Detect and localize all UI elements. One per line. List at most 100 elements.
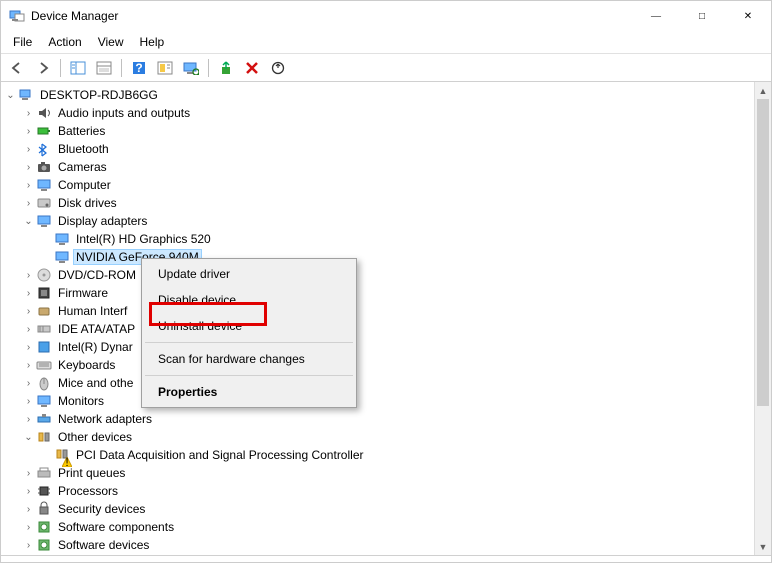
tree-node-root[interactable]: ⌄DESKTOP-RDJB6GG [3, 86, 754, 104]
tree-node-intel[interactable]: Intel(R) HD Graphics 520 [3, 230, 754, 248]
tree-node-mice[interactable]: ›Mice and othe [3, 374, 754, 392]
tree-node-computer[interactable]: › Computer [3, 176, 754, 194]
expand-toggle[interactable]: › [21, 522, 36, 533]
close-button[interactable]: ✕ [725, 1, 771, 31]
tree-node-hid[interactable]: › Human Interf [3, 302, 754, 320]
enable-device-button[interactable] [214, 57, 238, 79]
expand-toggle[interactable]: ⌄ [21, 216, 36, 227]
tree-node-audio[interactable]: › Audio inputs and outputs [3, 104, 754, 122]
tree-node-cameras[interactable]: › Cameras [3, 158, 754, 176]
tree-node-label: PCI Data Acquisition and Signal Processi… [74, 448, 365, 462]
cm-uninstall-device[interactable]: Uninstall device [144, 313, 354, 339]
cm-properties[interactable]: Properties [144, 379, 354, 405]
scroll-track[interactable] [755, 99, 771, 538]
tree-node-batteries[interactable]: ›Batteries [3, 122, 754, 140]
expand-toggle[interactable]: › [21, 540, 36, 551]
scan-hardware-button[interactable] [179, 57, 203, 79]
tree-node-ide[interactable]: ›IDE ATA/ATAP [3, 320, 754, 338]
security-icon [36, 501, 52, 517]
menubar: File Action View Help [1, 31, 771, 54]
expand-toggle[interactable]: › [21, 108, 36, 119]
tree-node-label: Audio inputs and outputs [56, 106, 192, 120]
tree-node-other[interactable]: ⌄Other devices [3, 428, 754, 446]
tree-node-dynamic[interactable]: ›Intel(R) Dynar [3, 338, 754, 356]
expand-toggle[interactable]: › [21, 198, 36, 209]
expand-toggle[interactable]: › [21, 342, 36, 353]
tree-node-bluetooth[interactable]: › Bluetooth [3, 140, 754, 158]
expand-toggle[interactable]: › [21, 486, 36, 497]
forward-button[interactable] [31, 57, 55, 79]
tree-node-printq[interactable]: ›Print queues [3, 464, 754, 482]
expand-toggle[interactable]: › [21, 396, 36, 407]
device-tree[interactable]: ⌄DESKTOP-RDJB6GG › Audio inputs and output… [1, 82, 754, 555]
tree-node-label: Computer [56, 178, 113, 192]
tree-node-swcomp[interactable]: ›Software components [3, 518, 754, 536]
tree-node-keyboards[interactable]: ›Keyboards [3, 356, 754, 374]
expand-toggle[interactable]: › [21, 288, 36, 299]
expand-toggle[interactable]: › [21, 360, 36, 371]
tree-node-label: Software devices [56, 538, 151, 552]
cm-disable-device[interactable]: Disable device [144, 287, 354, 313]
tree-node-label: Bluetooth [56, 142, 111, 156]
menu-action[interactable]: Action [40, 33, 89, 51]
ide-icon [36, 321, 52, 337]
expand-toggle[interactable]: › [21, 324, 36, 335]
tree-node-label: Disk drives [56, 196, 119, 210]
statusbar [1, 555, 771, 561]
expand-toggle[interactable]: › [21, 162, 36, 173]
tree-node-display[interactable]: ⌄Display adapters [3, 212, 754, 230]
minimize-button[interactable]: ― [633, 1, 679, 31]
cm-update-driver[interactable]: Update driver [144, 261, 354, 287]
action-button[interactable] [153, 57, 177, 79]
tree-node-processors[interactable]: › Processors [3, 482, 754, 500]
expand-toggle[interactable]: › [21, 504, 36, 515]
menu-view[interactable]: View [90, 33, 132, 51]
expand-toggle[interactable]: ⌄ [21, 432, 36, 443]
context-menu: Update driver Disable device Uninstall d… [141, 258, 357, 408]
properties-button[interactable] [92, 57, 116, 79]
back-button[interactable] [5, 57, 29, 79]
batteries-icon [36, 123, 52, 139]
scroll-thumb[interactable] [757, 99, 769, 406]
tree-node-label: Processors [56, 484, 120, 498]
monitors-icon [36, 393, 52, 409]
tree-node-swdev[interactable]: › Software devices [3, 536, 754, 554]
tree-node-disk[interactable]: › Disk drives [3, 194, 754, 212]
expand-toggle[interactable]: › [21, 126, 36, 137]
tree-node-security[interactable]: › Security devices [3, 500, 754, 518]
menu-help[interactable]: Help [132, 33, 173, 51]
expand-toggle[interactable]: › [21, 144, 36, 155]
tree-node-firmware[interactable]: ›Firmware [3, 284, 754, 302]
cm-scan-hardware[interactable]: Scan for hardware changes [144, 346, 354, 372]
expand-toggle[interactable]: › [21, 306, 36, 317]
tree-node-label: Cameras [56, 160, 109, 174]
expand-toggle[interactable]: › [21, 468, 36, 479]
maximize-button[interactable]: □ [679, 1, 725, 31]
tree-node-dvd[interactable]: ›DVD/CD-ROM [3, 266, 754, 284]
show-hide-tree-button[interactable] [66, 57, 90, 79]
tree-node-monitors[interactable]: ›Monitors [3, 392, 754, 410]
tree-node-label: Human Interf [56, 304, 129, 318]
tree-node-network[interactable]: ›Network adapters [3, 410, 754, 428]
tree-node-pci[interactable]: !PCI Data Acquisition and Signal Process… [3, 446, 754, 464]
keyboards-icon [36, 357, 52, 373]
scroll-down-arrow[interactable]: ▼ [755, 538, 771, 555]
firmware-icon [36, 285, 52, 301]
expand-toggle[interactable]: › [21, 270, 36, 281]
expand-toggle[interactable]: › [21, 180, 36, 191]
menu-file[interactable]: File [5, 33, 40, 51]
help-button[interactable]: ? [127, 57, 151, 79]
vertical-scrollbar[interactable]: ▲ ▼ [754, 82, 771, 555]
expand-toggle[interactable]: › [21, 414, 36, 425]
tree-node-label: Intel(R) HD Graphics 520 [74, 232, 213, 246]
expand-toggle[interactable]: › [21, 378, 36, 389]
expand-toggle[interactable]: ⌄ [3, 90, 18, 101]
disable-device-button[interactable] [240, 57, 264, 79]
update-driver-button[interactable] [266, 57, 290, 79]
hid-icon [36, 303, 52, 319]
swcomp-icon [36, 519, 52, 535]
scroll-up-arrow[interactable]: ▲ [755, 82, 771, 99]
tree-node-nvidia[interactable]: NVIDIA GeForce 940M [3, 248, 754, 266]
tree-node-label: Security devices [56, 502, 147, 516]
titlebar[interactable]: Device Manager ― □ ✕ [1, 1, 771, 31]
